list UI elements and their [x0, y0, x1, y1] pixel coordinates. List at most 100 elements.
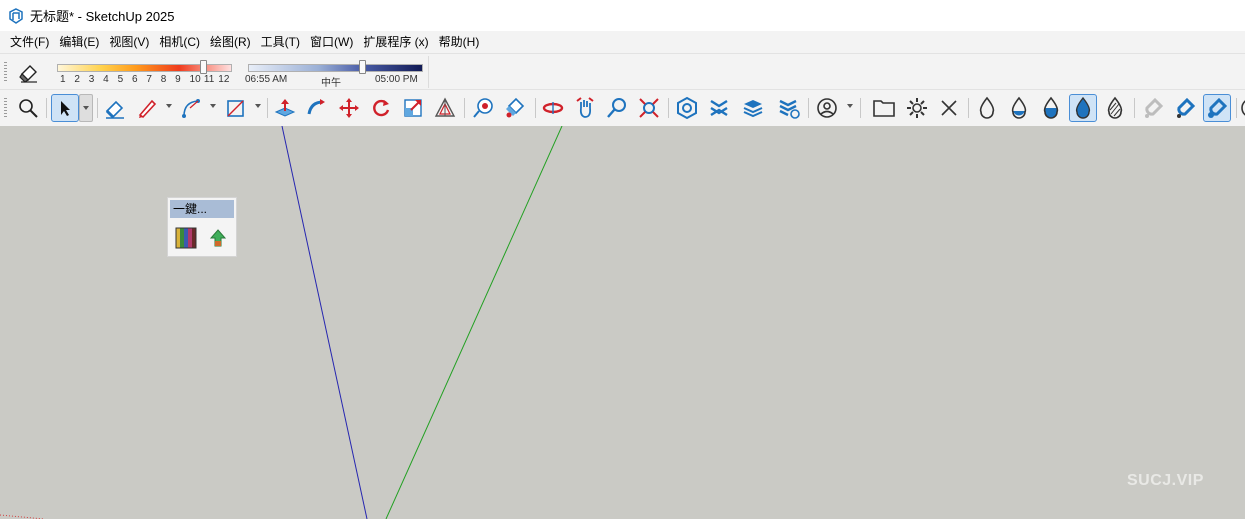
month-slider-thumb[interactable]: [200, 60, 207, 74]
chevron-down-icon[interactable]: [847, 104, 853, 108]
model-viewport[interactable]: [0, 126, 1245, 519]
push-pull-button[interactable]: [271, 94, 299, 122]
pan-icon: [576, 97, 594, 118]
green-axis-line: [385, 126, 563, 519]
magnet-icon: [1177, 97, 1196, 118]
chevron-down-icon[interactable]: [255, 104, 261, 108]
tape-measure-button[interactable]: [469, 94, 497, 122]
axes-canvas: [0, 126, 563, 519]
scale-button[interactable]: [399, 94, 427, 122]
time-slider-track[interactable]: [248, 64, 423, 72]
offset-icon: [434, 97, 456, 117]
zoom-button[interactable]: [603, 94, 631, 122]
shadow-eraser-icon: [19, 65, 37, 83]
rotate-button[interactable]: [367, 94, 395, 122]
follow-me-icon: [307, 99, 325, 115]
close-button[interactable]: [935, 94, 963, 122]
components-button[interactable]: [775, 94, 803, 122]
menu-tools[interactable]: 工具(T): [256, 31, 305, 53]
shadows-toolbar: 1 2 3 4 5 6 7 8 9 10 11 12 06:55 AM 中午 0…: [0, 53, 1245, 90]
scale-icon: [404, 99, 422, 117]
menu-window[interactable]: 窗口(W): [305, 31, 358, 53]
menu-draw[interactable]: 绘图(R): [205, 31, 256, 53]
arc-icon: [182, 99, 200, 118]
zoom-extents-icon: [19, 99, 38, 118]
close-icon: [941, 100, 957, 116]
overflow-button[interactable]: [1239, 94, 1245, 122]
drop-low-icon: [1011, 96, 1027, 119]
orbit-button[interactable]: [539, 94, 567, 122]
up-arrow-icon: [209, 229, 227, 247]
magnet-off-icon: [1145, 97, 1164, 118]
time-start-label: 06:55 AM: [245, 74, 288, 85]
paint-bucket-icon: [506, 97, 525, 118]
extension-warehouse-button[interactable]: [705, 94, 733, 122]
select-button[interactable]: [51, 94, 79, 122]
month-label: 12: [218, 74, 230, 85]
warehouse-icon: [677, 96, 697, 120]
month-label: 1: [60, 74, 66, 85]
drop-full-button[interactable]: [1069, 94, 1097, 122]
components-icon: [779, 99, 800, 119]
menu-camera[interactable]: 相机(C): [154, 31, 205, 53]
extension-warehouse-icon: [710, 99, 728, 117]
plugin-panel: 一鍵...: [167, 197, 237, 257]
magnet-off-button[interactable]: [1139, 94, 1167, 122]
drop-half-button[interactable]: [1037, 94, 1065, 122]
main-toolbar: [0, 89, 1245, 127]
settings-icon: [907, 98, 927, 118]
month-label: 5: [117, 74, 124, 85]
plugin-panel-title[interactable]: 一鍵...: [170, 200, 234, 218]
move-icon: [339, 98, 359, 118]
menu-edit[interactable]: 编辑(E): [54, 31, 104, 53]
shadows-toggle-button[interactable]: [15, 59, 43, 87]
eraser-button[interactable]: [101, 94, 129, 122]
warehouse-button[interactable]: [673, 94, 701, 122]
settings-button[interactable]: [903, 94, 931, 122]
chevron-down-icon[interactable]: [166, 104, 172, 108]
drop-low-button[interactable]: [1005, 94, 1033, 122]
paint-bucket-button[interactable]: [501, 94, 529, 122]
zoom-icon: [607, 98, 626, 118]
time-noon-label: 中午: [321, 78, 341, 89]
pencil-button[interactable]: [133, 94, 161, 122]
month-label: 11: [203, 74, 215, 85]
month-label: 2: [74, 74, 80, 85]
chevron-down-icon[interactable]: [210, 104, 216, 108]
folder-button[interactable]: [870, 94, 898, 122]
layers-button[interactable]: [739, 94, 767, 122]
tape-measure-icon: [473, 98, 493, 118]
drop-empty-button[interactable]: [973, 94, 1001, 122]
color-bars-icon: [175, 227, 197, 249]
zoom-window-button[interactable]: [635, 94, 663, 122]
menu-help[interactable]: 帮助(H): [434, 31, 485, 53]
window-title: 无标题* - SketchUp 2025: [30, 9, 175, 24]
zoom-extents-button[interactable]: [14, 94, 42, 122]
offset-button[interactable]: [431, 94, 459, 122]
menu-view[interactable]: 视图(V): [104, 31, 154, 53]
move-button[interactable]: [335, 94, 363, 122]
time-slider-thumb[interactable]: [359, 60, 366, 74]
follow-me-button[interactable]: [303, 94, 331, 122]
title-bar: 无标题* - SketchUp 2025: [0, 0, 1245, 31]
folder-icon: [873, 100, 895, 117]
drop-empty-icon: [979, 96, 995, 119]
blue-axis-line: [281, 126, 368, 519]
arc-button[interactable]: [177, 94, 205, 122]
chevron-down-icon: [83, 106, 89, 110]
menu-file[interactable]: 文件(F): [5, 31, 54, 53]
profile-button[interactable]: [813, 94, 841, 122]
magnet-on-button[interactable]: [1203, 94, 1231, 122]
plugin-materials-button[interactable]: [172, 224, 200, 252]
select-dropdown-button[interactable]: [79, 94, 93, 122]
month-label: 9: [175, 74, 181, 85]
orbit-icon: [542, 102, 564, 114]
pan-button[interactable]: [571, 94, 599, 122]
toolbar-grip[interactable]: [4, 98, 7, 118]
shadows-panel: 1 2 3 4 5 6 7 8 9 10 11 12 06:55 AM 中午 0…: [3, 56, 429, 89]
drop-hatched-button[interactable]: [1101, 94, 1129, 122]
magnet-button[interactable]: [1171, 94, 1199, 122]
menu-extensions[interactable]: 扩展程序 (x): [358, 31, 433, 53]
rectangle-button[interactable]: [222, 94, 250, 122]
plugin-upload-button[interactable]: [204, 224, 232, 252]
